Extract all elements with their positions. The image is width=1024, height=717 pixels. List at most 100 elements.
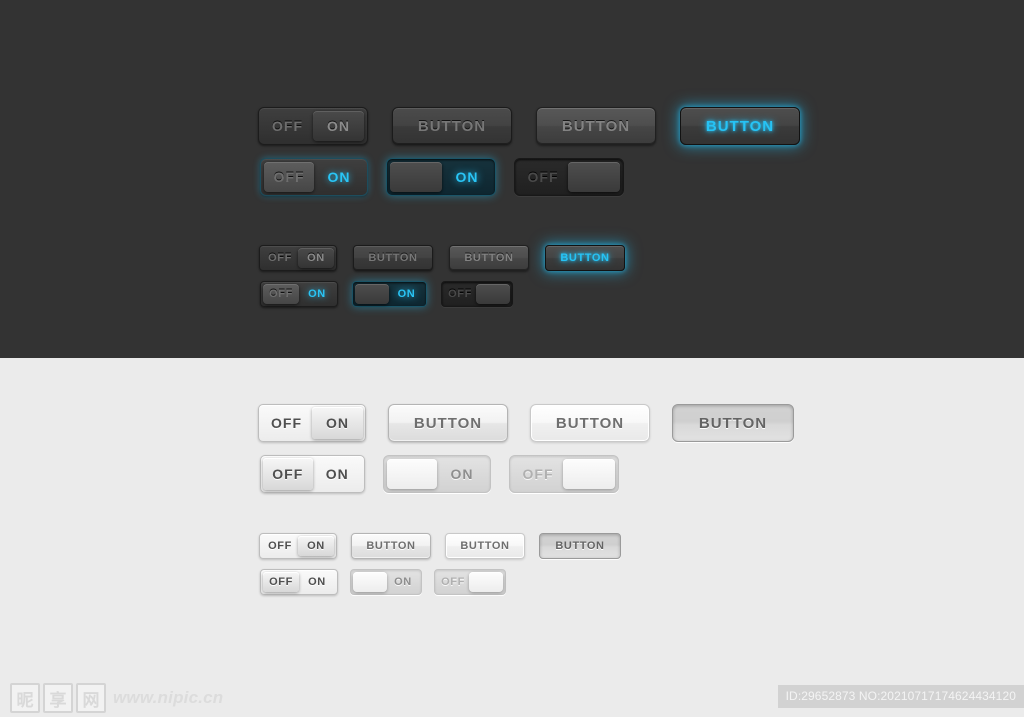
dark-large-row-1: OFF ON BUTTON BUTTON BUTTON [258,107,800,145]
pill-knob[interactable] [353,572,387,592]
dark-theme-panel: OFF ON BUTTON BUTTON BUTTON OFF ON ON OF… [0,0,1024,358]
pill-slot[interactable]: ON [437,459,487,489]
dark-pill-small-on[interactable]: ON [352,281,427,307]
toggle-off-half[interactable]: OFF [262,111,313,141]
pill-slot[interactable]: OFF [513,459,563,489]
toggle-on-half[interactable]: ON [299,284,335,304]
pill-slot[interactable]: ON [442,162,492,192]
toggle-knob[interactable]: OFF [263,284,299,304]
pill-label: ON [450,466,474,482]
toggle-knob[interactable]: ON [298,536,334,556]
toggle-off-label: OFF [272,466,304,482]
light-toggle-small-off-on[interactable]: OFF ON [259,533,337,559]
toggle-knob[interactable]: ON [313,111,364,141]
pill-label: OFF [448,287,472,300]
toggle-off-label: OFF [271,415,302,431]
logo-characters: 昵 享 网 [10,683,106,713]
dark-pill-small-off[interactable]: OFF [441,281,513,307]
light-theme-panel: OFF ON BUTTON BUTTON BUTTON OFF ON ON OF… [0,358,1024,675]
button-label: BUTTON [417,117,487,135]
light-pill-small-on[interactable]: ON [350,569,422,595]
pill-slot[interactable]: OFF [437,572,469,592]
toggle-on-half[interactable]: ON [299,572,335,592]
button-label: BUTTON [555,539,605,552]
light-button-hover[interactable]: BUTTON [530,404,650,442]
toggle-off-label: OFF [268,539,292,552]
light-pill-off[interactable]: OFF [509,455,619,493]
dark-button-default[interactable]: BUTTON [392,107,512,145]
toggle-knob[interactable]: ON [298,248,334,268]
button-label: BUTTON [561,117,631,135]
screenshot-canvas: OFF ON BUTTON BUTTON BUTTON OFF ON ON OF… [0,0,1024,717]
toggle-off-label: OFF [269,575,293,588]
pill-slot[interactable]: OFF [444,284,476,304]
pill-label: ON [397,287,416,300]
pill-knob[interactable] [476,284,510,304]
pill-knob[interactable] [390,162,442,192]
toggle-on-label: ON [326,415,349,431]
button-label: BUTTON [705,117,775,135]
toggle-off-half[interactable]: OFF [261,407,312,439]
light-small-row-1: OFF ON BUTTON BUTTON BUTTON [259,533,621,559]
button-label: BUTTON [698,414,768,432]
light-toggle-off-knob-left[interactable]: OFF ON [260,455,365,493]
toggle-knob[interactable]: OFF [263,458,313,490]
pill-slot[interactable]: OFF [518,162,568,192]
pill-knob[interactable] [568,162,620,192]
toggle-on-label: ON [307,251,325,264]
light-large-row-1: OFF ON BUTTON BUTTON BUTTON [258,404,794,442]
light-button-small-hover[interactable]: BUTTON [445,533,525,559]
button-label: BUTTON [460,539,510,552]
light-toggle-off-on-right[interactable]: OFF ON [258,404,366,442]
dark-pill-on[interactable]: ON [386,158,496,196]
dark-large-row-2: OFF ON ON OFF [260,158,624,196]
toggle-on-label: ON [307,539,325,552]
light-toggle-small-off-knob-left[interactable]: OFF ON [260,569,338,595]
toggle-on-label: ON [308,287,326,300]
pill-slot[interactable]: ON [389,284,424,304]
pill-knob[interactable] [387,459,437,489]
pill-label: ON [394,575,412,588]
dark-toggle-small-off-on-blue[interactable]: OFF ON [260,281,338,307]
toggle-on-label: ON [308,575,326,588]
dark-button-small-hover[interactable]: BUTTON [449,245,529,271]
light-pill-small-off[interactable]: OFF [434,569,506,595]
dark-pill-off[interactable]: OFF [514,158,624,196]
dark-button-hover[interactable]: BUTTON [536,107,656,145]
pill-label: OFF [527,169,559,185]
logo-char-3: 网 [76,683,106,713]
button-label: BUTTON [464,251,514,264]
pill-knob[interactable] [355,284,389,304]
dark-small-row-1: OFF ON BUTTON BUTTON BUTTON [259,245,625,271]
light-pill-on[interactable]: ON [383,455,491,493]
button-label: BUTTON [413,414,483,432]
pill-slot[interactable]: ON [387,572,419,592]
dark-small-row-2: OFF ON ON OFF [260,281,513,307]
logo-url-text: www.nipic.cn [113,688,224,707]
button-label: BUTTON [366,539,416,552]
light-button-pressed[interactable]: BUTTON [672,404,794,442]
site-logo: 昵 享 网 www.nipic.cn [10,683,223,713]
toggle-knob[interactable]: OFF [263,572,299,592]
toggle-on-half[interactable]: ON [313,458,363,490]
footer-watermark-bar: 昵 享 网 www.nipic.cn ID:29652873 NO:202107… [0,675,1024,717]
toggle-knob[interactable]: OFF [264,162,314,192]
toggle-on-half[interactable]: ON [314,162,364,192]
dark-toggle-off-on-right[interactable]: OFF ON [258,107,368,145]
dark-button-active[interactable]: BUTTON [680,107,800,145]
toggle-off-half[interactable]: OFF [262,248,298,268]
light-large-row-2: OFF ON ON OFF [260,455,619,493]
toggle-off-half[interactable]: OFF [262,536,298,556]
light-button-small-pressed[interactable]: BUTTON [539,533,621,559]
pill-knob[interactable] [563,459,615,489]
pill-knob[interactable] [469,572,503,592]
toggle-knob[interactable]: ON [312,407,363,439]
light-button-default[interactable]: BUTTON [388,404,508,442]
toggle-off-label: OFF [272,118,303,134]
dark-button-small-active[interactable]: BUTTON [545,245,625,271]
light-button-small-default[interactable]: BUTTON [351,533,431,559]
dark-toggle-small-off-on[interactable]: OFF ON [259,245,337,271]
dark-button-small-default[interactable]: BUTTON [353,245,433,271]
button-label: BUTTON [560,251,610,264]
dark-toggle-off-knob-left-on[interactable]: OFF ON [260,158,368,196]
